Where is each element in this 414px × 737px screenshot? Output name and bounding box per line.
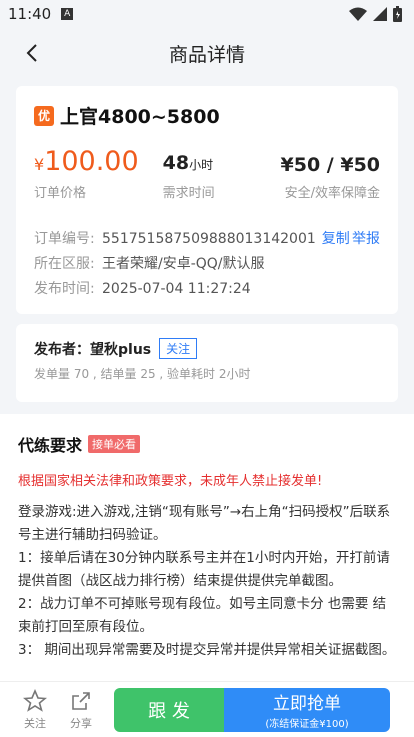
wifi-icon — [349, 7, 367, 21]
star-icon — [23, 688, 47, 712]
region-value: 王者荣耀/安卓-QQ/默认服 — [102, 256, 265, 272]
price-value: 100.00 — [44, 146, 139, 177]
duration-stat: 48小时 需求时间 — [143, 148, 272, 201]
deposit-stat: ¥50 / ¥50 安全/效率保障金 — [271, 150, 381, 201]
you-logo-icon: 优 — [34, 105, 54, 126]
share-label: 分享 — [70, 716, 92, 730]
must-read-badge: 接单必看 — [88, 435, 141, 453]
time-key: 发布时间: — [34, 281, 95, 297]
requirement-line: 登录游戏:进入游戏,注销“现有账号”→右上角“扫码授权”后联系号主进行辅助扫码验… — [18, 504, 391, 543]
duration-unit: 小时 — [189, 158, 214, 172]
publisher-name: 发布者：望秋plus — [34, 341, 152, 358]
duration-value: 48 — [162, 152, 190, 174]
clock: 11:40 — [8, 5, 52, 23]
favorite-label: 关注 — [24, 716, 46, 730]
battery-icon — [393, 6, 402, 22]
deposit-value: ¥50 / ¥50 — [280, 154, 381, 176]
deposit-label: 安全/效率保障金 — [284, 186, 381, 201]
publish-time-row: 发布时间: 2025-07-04 11:27:24 — [34, 277, 380, 302]
follow-order-button[interactable]: 跟 发 — [114, 687, 224, 732]
share-icon — [72, 691, 90, 710]
requirement-line: 2：战力订单不可掉账号现有段位。如号主同意卡分 也需要 结束前打回至原有段位。 — [18, 596, 387, 635]
minor-warning: 根据国家相关法律和政策要求，未成年人禁止接发单! — [18, 474, 323, 489]
region-row: 所在区服: 王者荣耀/安卓-QQ/默认服 — [34, 252, 380, 277]
order-no-key: 订单编号: — [34, 231, 95, 247]
price-label: 订单价格 — [34, 186, 87, 201]
order-title: 上官4800~5800 — [60, 106, 220, 128]
time-value: 2025-07-04 11:27:24 — [102, 281, 251, 297]
back-button[interactable] — [20, 40, 44, 66]
grab-order-sublabel: (冻结保证金¥100) — [265, 719, 349, 730]
requirements-body: 登录游戏:进入游戏,注销“现有账号”→右上角“扫码授权”后联系号主进行辅助扫码验… — [18, 501, 396, 662]
publisher-card: 发布者：望秋plus 关注 发单量 70 , 结单量 25 , 验单耗时 2小时 — [16, 324, 398, 402]
bottom-action-bar: 关注 分享 跟 发 立即抢单 (冻结保证金¥100) — [0, 681, 414, 737]
requirement-line: 3： 期间出现异常需要及时提交异常并提供异常相关证据截图。 — [18, 642, 396, 658]
copy-button[interactable]: 复制 — [322, 227, 350, 252]
duration-label: 需求时间 — [162, 186, 215, 201]
price-symbol: ¥ — [34, 155, 45, 174]
page-title: 商品详情 — [168, 43, 245, 66]
sim-icon: A — [61, 8, 74, 20]
region-key: 所在区服: — [34, 256, 95, 272]
follow-publisher-button[interactable]: 关注 — [159, 338, 198, 359]
chevron-left-icon — [26, 44, 37, 62]
order-no-value: 551751587509888013142001 — [102, 231, 316, 247]
share-button[interactable]: 分享 — [58, 689, 104, 731]
signal-icon — [373, 7, 387, 21]
requirements-title: 代练要求 — [18, 436, 83, 455]
favorite-button[interactable]: 关注 — [12, 688, 58, 731]
report-button[interactable]: 举报 — [352, 227, 380, 252]
grab-order-label: 立即抢单 — [273, 694, 341, 714]
status-bar: 11:40 A — [0, 0, 414, 28]
publisher-stats: 发单量 70 , 结单量 25 , 验单耗时 2小时 — [34, 367, 251, 381]
header: 商品详情 — [0, 28, 414, 78]
order-number-row: 订单编号: 551751587509888013142001 复制 举报 — [34, 227, 380, 252]
grab-order-button[interactable]: 立即抢单 (冻结保证金¥100) — [224, 687, 390, 732]
requirements-section: 代练要求 接单必看 根据国家相关法律和政策要求，未成年人禁止接发单! 登录游戏:… — [0, 414, 414, 714]
order-card: 优 上官4800~5800 ¥100.00 订单价格 48小时 需求时间 ¥50… — [16, 86, 398, 314]
price-stat: ¥100.00 订单价格 — [34, 146, 143, 202]
requirement-line: 1：接单后请在30分钟内联系号主并在1小时内开始，开打前请提供首图（战区战力排行… — [18, 550, 390, 589]
